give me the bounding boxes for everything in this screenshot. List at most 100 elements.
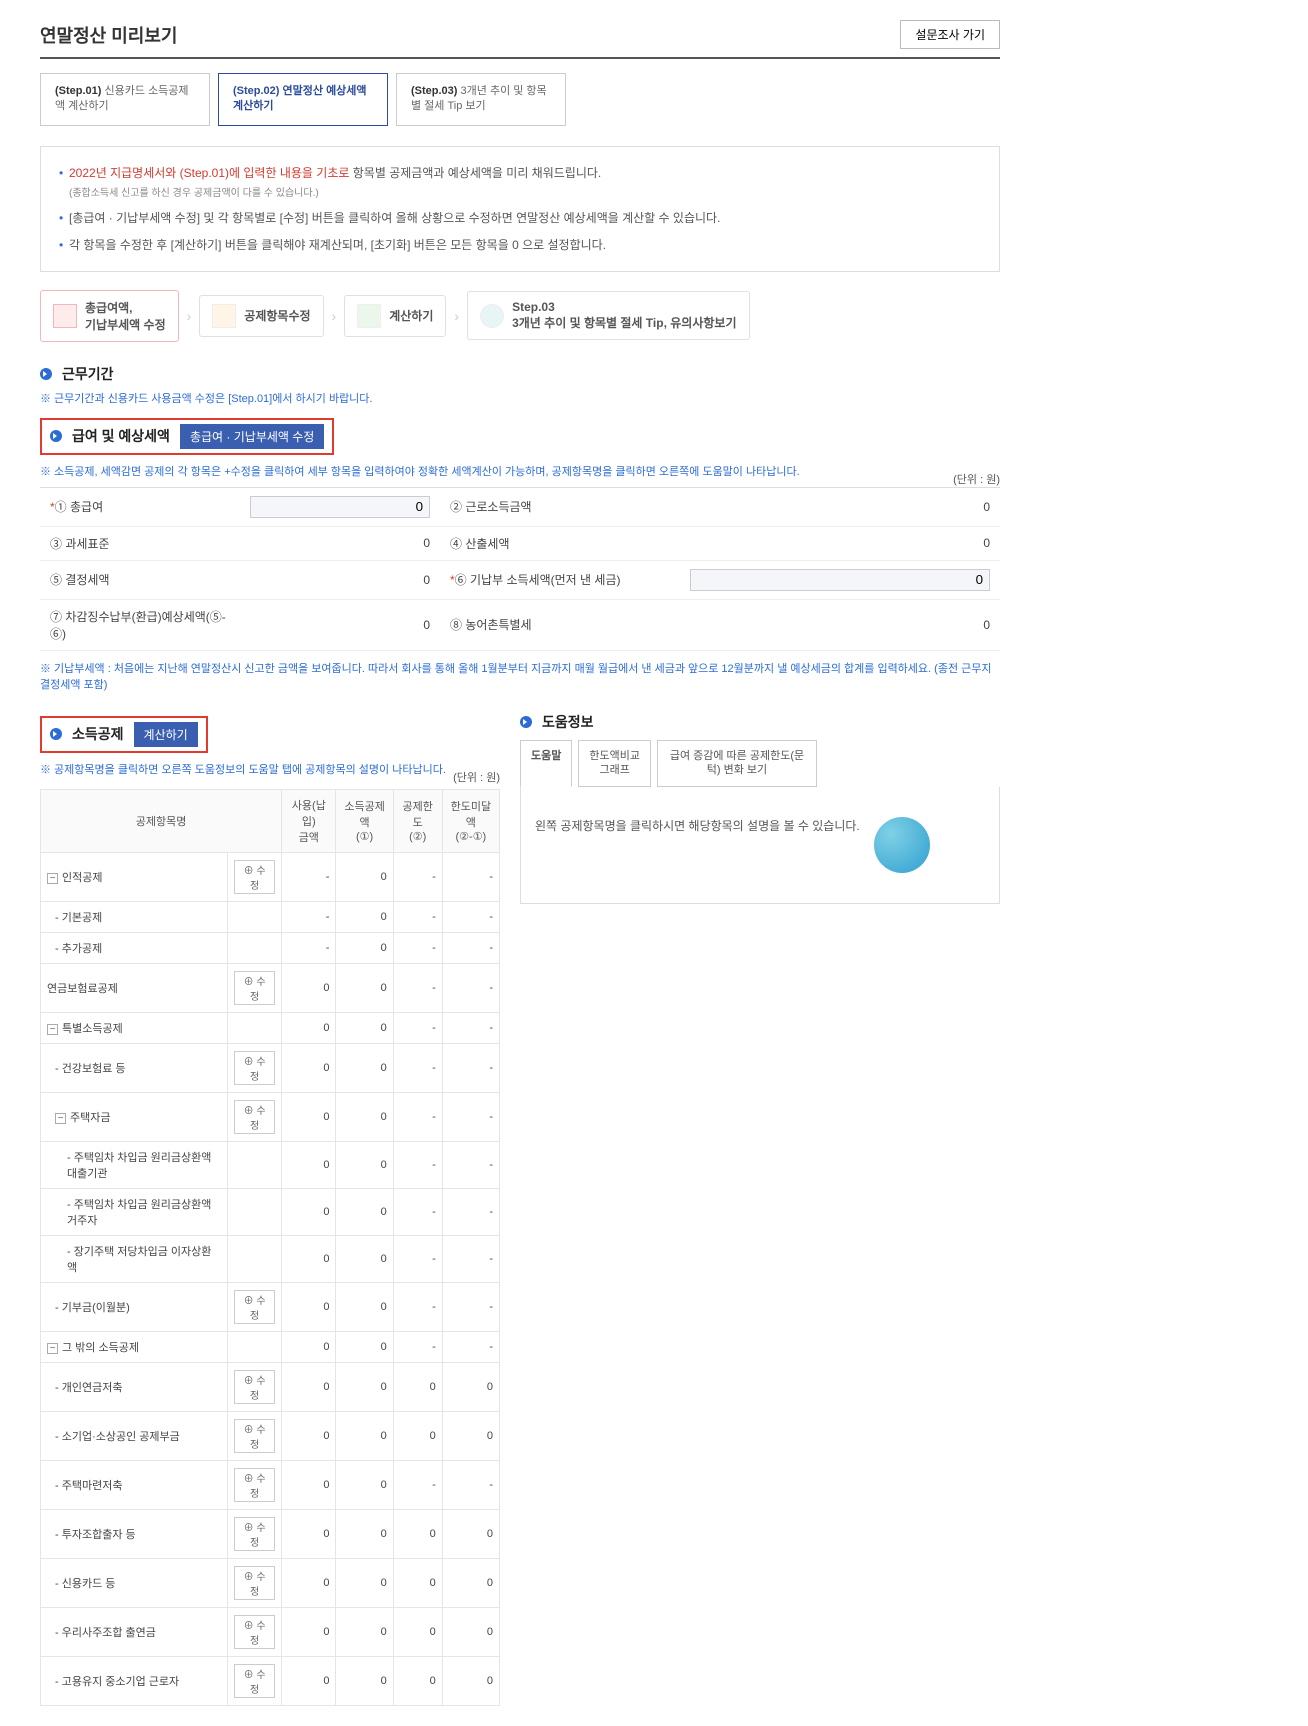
step-tab-1-label: (Step.01)	[55, 85, 101, 97]
edit-row-button[interactable]: ⊕ 수정	[234, 971, 275, 1005]
table-row: - 장기주택 저당차입금 이자상환액00--	[41, 1235, 500, 1282]
edit-row-button[interactable]: ⊕ 수정	[234, 1517, 275, 1551]
deduction-item-name[interactable]: −주택자금	[41, 1092, 228, 1141]
help-tab-threshold[interactable]: 급여 증감에 따른 공제한도(문턱) 변화 보기	[657, 740, 817, 787]
edit-row-button[interactable]: ⊕ 수정	[234, 1051, 275, 1085]
bullet-icon	[50, 430, 62, 442]
deduction-item-name[interactable]: - 주택임차 차입금 원리금상환액 대출기관	[41, 1141, 228, 1188]
cell-value: 0	[282, 1558, 336, 1607]
deduction-item-name[interactable]: - 건강보험료 등	[41, 1043, 228, 1092]
cell-value: 0	[336, 901, 393, 932]
info-item-1: 2022년 지급명세서와 (Step.01)에 입력한 내용을 기초로 항목별 …	[59, 163, 981, 202]
edit-salary-button[interactable]: 총급여 · 기납부세액 수정	[180, 424, 324, 449]
chevron-right-icon: ›	[187, 308, 192, 324]
total-salary-input[interactable]	[250, 496, 430, 518]
section-deduction: 소득공제	[72, 724, 124, 744]
deduction-item-name[interactable]: - 개인연금저축	[41, 1362, 228, 1411]
help-tab-guide[interactable]: 도움말	[520, 740, 572, 787]
step-tab-1[interactable]: (Step.01) 신용카드 소득공제액 계산하기	[40, 73, 210, 126]
cell-value: -	[282, 932, 336, 963]
cell-value: 0	[336, 1656, 393, 1705]
deduction-item-name[interactable]: −특별소득공제	[41, 1012, 228, 1043]
deduction-item-name[interactable]: - 기부금(이월분)	[41, 1282, 228, 1331]
deduction-item-name[interactable]: - 우리사주조합 출연금	[41, 1607, 228, 1656]
edit-row-button[interactable]: ⊕ 수정	[234, 1290, 275, 1324]
cell-value: 0	[393, 1558, 442, 1607]
flow-card-step3-line1: Step.03	[512, 300, 736, 314]
mod-cell: ⊕ 수정	[228, 852, 282, 901]
mod-cell	[228, 1012, 282, 1043]
tree-collapse-icon[interactable]: −	[47, 873, 58, 884]
mod-cell: ⊕ 수정	[228, 1411, 282, 1460]
edit-row-button[interactable]: ⊕ 수정	[234, 1419, 275, 1453]
info-item-1-red: 2022년 지급명세서와 (Step.01)에 입력한 내용을 기초로	[69, 166, 349, 180]
deduction-item-name[interactable]: −인적공제	[41, 852, 228, 901]
cell-value: -	[393, 1282, 442, 1331]
deduction-item-name[interactable]: - 추가공제	[41, 932, 228, 963]
cell-value: 0	[282, 1460, 336, 1509]
info-item-1-rest: 항목별 공제금액과 예상세액을 미리 채워드립니다.	[353, 166, 602, 180]
cell-value: 0	[336, 963, 393, 1012]
flow-card-step3-line2: 3개년 추이 및 항목별 절세 Tip, 유의사항보기	[512, 314, 736, 331]
deduction-item-name[interactable]: - 장기주택 저당차입금 이자상환액	[41, 1235, 228, 1282]
flow-card-deduction[interactable]: 공제항목수정	[199, 295, 323, 337]
cell-value: 0	[282, 1411, 336, 1460]
tree-collapse-icon[interactable]: −	[47, 1024, 58, 1035]
deduction-item-name[interactable]: - 기본공제	[41, 901, 228, 932]
tree-collapse-icon[interactable]: −	[47, 1343, 58, 1354]
flow-card-step3[interactable]: Step.03 3개년 추이 및 항목별 절세 Tip, 유의사항보기	[467, 291, 749, 340]
cell-value: 0	[393, 1362, 442, 1411]
table-row: - 건강보험료 등⊕ 수정00--	[41, 1043, 500, 1092]
prepaid-tax-input[interactable]	[690, 569, 990, 591]
edit-row-button[interactable]: ⊕ 수정	[234, 1468, 275, 1502]
edit-row-button[interactable]: ⊕ 수정	[234, 1100, 275, 1134]
deduction-item-name[interactable]: - 소기업·소상공인 공제부금	[41, 1411, 228, 1460]
cell-value: 0	[282, 1235, 336, 1282]
edit-row-button[interactable]: ⊕ 수정	[234, 1566, 275, 1600]
flow-card-calc[interactable]: 계산하기	[344, 295, 446, 337]
deduction-item-name[interactable]: −그 밖의 소득공제	[41, 1331, 228, 1362]
step-tab-2[interactable]: (Step.02) 연말정산 예상세액 계산하기	[218, 73, 388, 126]
chevron-right-icon: ›	[454, 308, 459, 324]
cell-value: 0	[336, 1141, 393, 1188]
deduction-item-name[interactable]: - 주택마련저축	[41, 1460, 228, 1509]
deduction-item-name[interactable]: - 주택임차 차입금 원리금상환액 거주자	[41, 1188, 228, 1235]
survey-button[interactable]: 설문조사 가기	[900, 20, 1000, 49]
mod-cell	[228, 1331, 282, 1362]
mod-cell: ⊕ 수정	[228, 1509, 282, 1558]
edit-row-button[interactable]: ⊕ 수정	[234, 860, 275, 894]
edit-row-button[interactable]: ⊕ 수정	[234, 1615, 275, 1649]
cell-value: 0	[336, 1235, 393, 1282]
flow-card-salary[interactable]: 총급여액, 기납부세액 수정	[40, 290, 179, 342]
cell-value: 0	[336, 1282, 393, 1331]
tree-collapse-icon[interactable]: −	[55, 1113, 66, 1124]
deduction-item-name[interactable]: - 투자조합출자 등	[41, 1509, 228, 1558]
step-tab-3[interactable]: (Step.03) 3개년 추이 및 항목별 절세 Tip 보기	[396, 73, 566, 126]
cell-value: -	[442, 932, 499, 963]
step-tab-3-label: (Step.03)	[411, 85, 457, 97]
edit-row-button[interactable]: ⊕ 수정	[234, 1370, 275, 1404]
calculate-button[interactable]: 계산하기	[134, 722, 198, 747]
cell-value: 0	[336, 1188, 393, 1235]
cell-value: -	[393, 1235, 442, 1282]
cell-value: -	[442, 852, 499, 901]
cell-value: 0	[282, 1607, 336, 1656]
edit-row-button[interactable]: ⊕ 수정	[234, 1664, 275, 1698]
table-row: - 추가공제-0--	[41, 932, 500, 963]
cell-value: 0	[336, 1460, 393, 1509]
deduction-note: ※ 공제항목명을 클릭하면 오른쪽 도움정보의 도움말 탭에 공제항목의 설명이…	[40, 761, 446, 777]
cell-value: 0	[442, 1362, 499, 1411]
cell-value: -	[442, 1331, 499, 1362]
cell-value: 0	[336, 1012, 393, 1043]
cell-value: -	[442, 1282, 499, 1331]
table-row: - 고용유지 중소기업 근로자⊕ 수정0000	[41, 1656, 500, 1705]
unit-label: (단위 : 원)	[953, 471, 1000, 487]
table-row: - 소기업·소상공인 공제부금⊕ 수정0000	[41, 1411, 500, 1460]
cell-value: -	[442, 1141, 499, 1188]
deduction-item-name[interactable]: 연금보험료공제	[41, 963, 228, 1012]
deduction-item-name[interactable]: - 고용유지 중소기업 근로자	[41, 1656, 228, 1705]
cell-value: -	[282, 852, 336, 901]
deduction-item-name[interactable]: - 신용카드 등	[41, 1558, 228, 1607]
cell-value: 0	[336, 1331, 393, 1362]
help-tab-graph[interactable]: 한도액비교 그래프	[578, 740, 651, 787]
